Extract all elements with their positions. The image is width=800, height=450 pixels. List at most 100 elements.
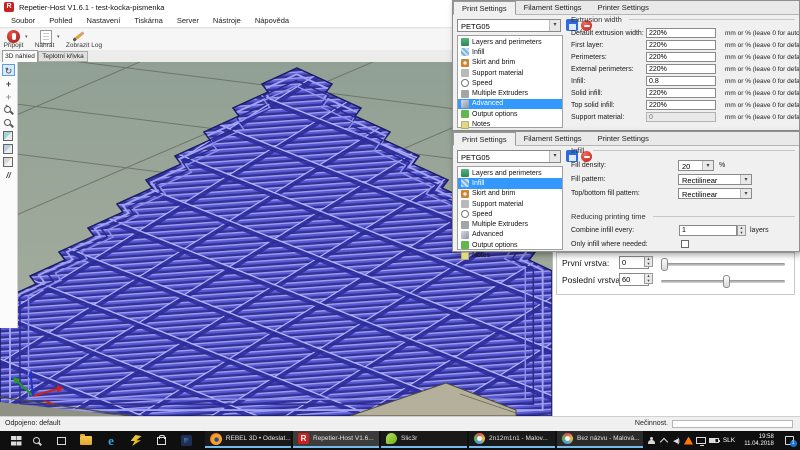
last-layer-spinner[interactable] <box>644 273 653 284</box>
connection-status: Odpojeno: default <box>5 420 60 427</box>
last-layer-slider[interactable] <box>661 280 785 283</box>
fill-pattern-select[interactable]: Rectilinear <box>678 174 752 185</box>
setting-label: Top solid infill: <box>571 102 615 109</box>
section-layers[interactable]: Layers and perimeters <box>458 168 562 178</box>
people-tray-icon[interactable] <box>644 431 658 450</box>
notification-center-icon[interactable]: 1 <box>780 431 798 450</box>
section-infill[interactable]: Infill <box>458 178 562 188</box>
first-layer-slider-thumb[interactable] <box>661 258 668 271</box>
move-viewpoint-icon[interactable]: + <box>2 91 15 103</box>
solid-infill-width-input[interactable] <box>646 88 716 98</box>
tab-printer-settings[interactable]: Printer Settings <box>590 1 657 15</box>
load-button[interactable]: Náhrát <box>31 42 58 49</box>
zoom-in-icon[interactable] <box>4 106 11 113</box>
top-fill-pattern-select[interactable]: Rectilinear <box>678 188 752 199</box>
taskbar-button-paint-1[interactable]: 2n12m1n1 - Malov... <box>469 431 555 448</box>
battery-tray-icon[interactable] <box>707 431 721 450</box>
language-indicator[interactable]: SLK <box>720 431 738 450</box>
connect-button[interactable]: Připojit <box>0 42 27 49</box>
group-title: Infill <box>571 146 584 155</box>
menu-nastroje[interactable]: Nástroje <box>206 16 248 25</box>
tab-filament-settings[interactable]: Filament Settings <box>516 1 590 15</box>
tab-print-settings[interactable]: Print Settings <box>453 132 516 146</box>
activity-status: Nečinnost. <box>600 420 668 427</box>
first-layer-slider[interactable] <box>661 263 785 266</box>
fill-density-label: Fill density: <box>571 162 606 169</box>
section-support[interactable]: Support material <box>458 199 562 209</box>
menu-napoveda[interactable]: Nápověda <box>248 16 296 25</box>
parallel-projection-icon[interactable]: // <box>2 170 15 182</box>
menu-pohled[interactable]: Pohled <box>42 16 79 25</box>
connect-dropdown-icon[interactable]: ▾ <box>25 34 28 40</box>
edge-icon[interactable]: e <box>100 431 122 450</box>
top-solid-infill-width-input[interactable] <box>646 100 716 110</box>
perimeters-width-input[interactable] <box>646 52 716 62</box>
combine-infill-unit: layers <box>750 227 769 234</box>
section-speed[interactable]: Speed <box>458 209 562 219</box>
start-button[interactable] <box>0 431 22 450</box>
profile-select[interactable]: PETG05 <box>457 150 561 163</box>
paint-icon <box>474 433 485 444</box>
search-icon[interactable] <box>25 431 47 450</box>
slicer-window-advanced: Print Settings Filament Settings Printer… <box>452 0 800 131</box>
speaker-icon[interactable]: ◀) <box>669 431 683 450</box>
clock[interactable]: 19:5811.04.2018 <box>738 431 780 450</box>
section-notes[interactable]: Notes <box>458 250 562 260</box>
section-skirt[interactable]: Skirt and brim <box>458 189 562 199</box>
default-extrusion-width-input[interactable] <box>646 28 716 38</box>
load-dropdown-icon[interactable]: ▾ <box>57 34 60 40</box>
3d-app-icon[interactable] <box>175 431 197 450</box>
taskbar-button-paint-2[interactable]: Bez názvu - Malová... <box>557 431 643 448</box>
menu-tiskarna[interactable]: Tiskárna <box>127 16 169 25</box>
first-layer-label: První vrstva: <box>562 258 609 268</box>
section-multiple-extruders[interactable]: Multiple Extruders <box>458 219 562 229</box>
taskbar-button-repetier[interactable]: Repetier-Host V1.6... <box>293 431 379 448</box>
infill-width-input[interactable] <box>646 76 716 86</box>
display-tray-icon[interactable] <box>694 431 708 450</box>
setting-label: Support material: <box>571 114 624 121</box>
firefox-icon <box>210 433 222 445</box>
section-list: Layers and perimeters Infill Skirt and b… <box>457 166 563 250</box>
top-fill-pattern-label: Top/bottom fill pattern: <box>571 190 640 197</box>
menu-soubor[interactable]: Soubor <box>4 16 42 25</box>
view-toolbar: ↻ + + // <box>0 62 18 328</box>
move-object-icon[interactable]: + <box>2 78 15 90</box>
last-layer-slider-thumb[interactable] <box>723 275 730 288</box>
combine-infill-spinner[interactable] <box>737 225 746 236</box>
support-material-width-input[interactable] <box>646 112 716 122</box>
task-view-icon[interactable] <box>50 431 72 450</box>
tab-temperature-curve[interactable]: Teplotní křivka <box>38 51 88 62</box>
tab-print-settings[interactable]: Print Settings <box>453 1 516 15</box>
front-view-icon[interactable] <box>3 144 13 154</box>
setting-label: First layer: <box>571 42 604 49</box>
only-infill-checkbox[interactable] <box>681 240 689 248</box>
show-log-button[interactable]: Zobrazit Log <box>62 42 106 49</box>
first-layer-spinner[interactable] <box>644 256 653 267</box>
section-output-options[interactable]: Output options <box>458 240 562 250</box>
rotate-view-icon[interactable]: ↻ <box>2 64 15 76</box>
setting-label: Default extrusion width: <box>571 30 644 37</box>
setting-suffix: mm or % (leave 0 for default) <box>725 54 799 61</box>
tab-3d-view[interactable]: 3D náhled <box>2 50 38 62</box>
wrench-icon <box>461 231 469 239</box>
zoom-out-icon[interactable] <box>4 119 11 126</box>
menu-nastaveni[interactable]: Nastavení <box>80 16 128 25</box>
output-icon <box>461 241 469 249</box>
tab-printer-settings[interactable]: Printer Settings <box>590 132 657 146</box>
isometric-view-icon[interactable] <box>3 131 13 141</box>
lightning-app-icon[interactable] <box>125 431 147 450</box>
section-advanced[interactable]: Advanced <box>458 230 562 240</box>
taskbar-button-slic3r[interactable]: Slic3r <box>381 431 467 448</box>
tab-filament-settings[interactable]: Filament Settings <box>516 132 590 146</box>
slicer-bottom-tab-bar: Print Settings Filament Settings Printer… <box>453 132 799 146</box>
menu-server[interactable]: Server <box>170 16 206 25</box>
file-explorer-icon[interactable] <box>75 431 97 450</box>
combine-infill-input[interactable] <box>679 225 737 236</box>
taskbar-button-firefox[interactable]: REBEL 3D • Odeslat... <box>205 431 291 448</box>
top-view-icon[interactable] <box>3 157 13 167</box>
repetier-icon <box>298 433 309 444</box>
external-perimeters-width-input[interactable] <box>646 64 716 74</box>
store-icon[interactable] <box>150 431 172 450</box>
fill-density-select[interactable]: 20 <box>678 160 714 171</box>
first-layer-width-input[interactable] <box>646 40 716 50</box>
